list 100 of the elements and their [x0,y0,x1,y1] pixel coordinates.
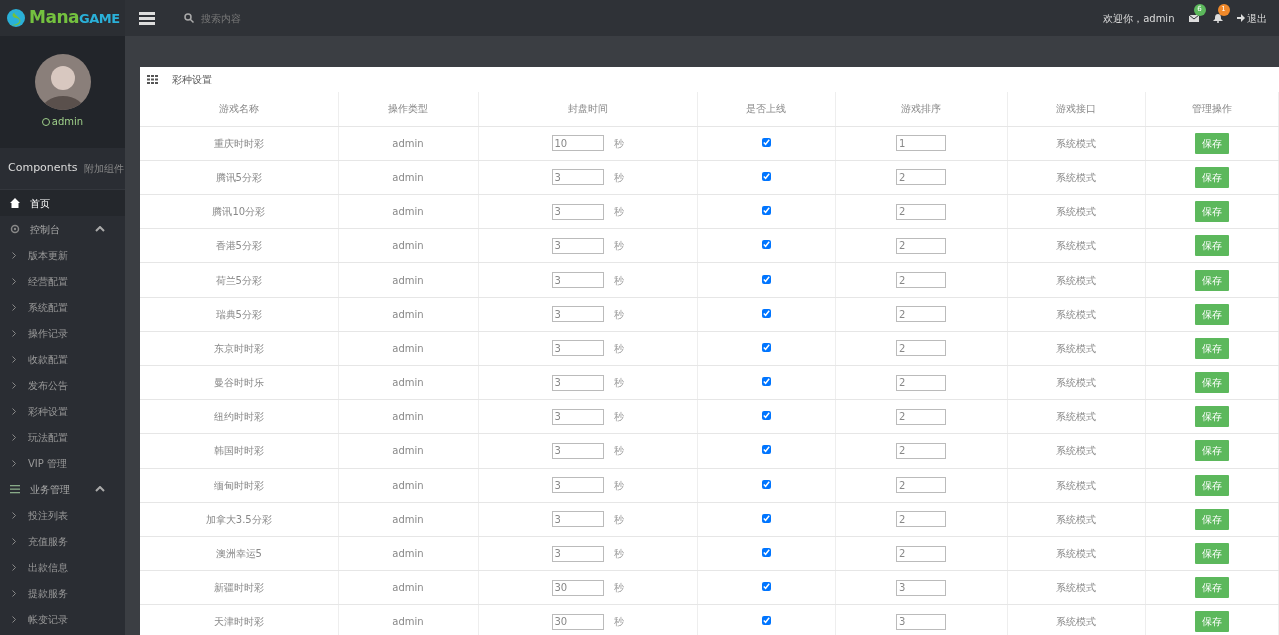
sidebar-subitem[interactable]: 彩种设置 [0,398,125,424]
save-button[interactable]: 保存 [1194,201,1229,223]
sidebar-item[interactable]: 业务管理 [0,476,125,502]
input-field[interactable]: 2 [896,237,946,254]
sidebar-subitem[interactable]: 版本更新 [0,242,125,268]
checkbox[interactable] [761,274,771,284]
sidebar-subitem[interactable]: 提款服务 [0,580,125,606]
input-field[interactable]: 2 [896,408,946,425]
sidebar-subitem[interactable]: 操作记录 [0,320,125,346]
input-field[interactable]: 3 [551,272,604,289]
column-header: 游戏接口 [1007,92,1145,127]
table-cell: admin [338,194,478,229]
bell-icon[interactable] [1212,14,1223,23]
checkbox[interactable] [761,342,771,352]
save-button[interactable]: 保存 [1194,337,1229,359]
table-cell: admin [338,433,478,469]
input-field[interactable]: 2 [896,545,946,562]
search-field[interactable]: 搜索内容 [199,9,359,27]
sidebar-subitem[interactable]: 充值服务 [0,528,125,554]
sidebar-subitem[interactable]: 投注列表 [0,502,125,528]
sidebar-subitem[interactable]: 发布公告 [0,372,125,398]
checkbox[interactable] [761,206,771,216]
table-cell: 东京时时彩 [140,331,338,366]
save-button[interactable]: 保存 [1194,372,1229,394]
table-cell: admin [338,126,478,161]
input-field[interactable]: 2 [896,272,946,289]
save-button[interactable]: 保存 [1194,543,1229,565]
save-button[interactable]: 保存 [1194,166,1229,188]
save-button[interactable]: 保存 [1194,406,1229,428]
checkbox[interactable] [761,240,771,250]
sidebar-subitem[interactable]: 系统配置 [0,294,125,320]
input-field[interactable]: 3 [551,237,604,254]
input-field[interactable]: 3 [551,169,604,186]
input-field[interactable]: 2 [896,511,946,528]
chevron-up-icon[interactable] [95,486,105,492]
input-field[interactable]: 1 [896,135,946,152]
unit-label: 秒 [613,411,624,423]
input-field[interactable]: 2 [896,477,946,494]
sidebar-item[interactable]: 控制台 [0,216,125,242]
sidebar-subitem[interactable]: 出款信息 [0,554,125,580]
sidebar-subitem[interactable]: VIP 管理 [0,450,125,476]
chevron-up-icon[interactable] [95,226,105,232]
table-cell: 系统模式 [1007,365,1145,400]
input-field[interactable]: 3 [551,408,604,425]
input-field[interactable]: 2 [896,203,946,220]
input-field[interactable]: 3 [551,306,604,323]
checkbox[interactable] [761,548,771,558]
table-cell: 系统模式 [1007,160,1145,195]
input-field[interactable]: 3 [551,374,604,391]
input-field[interactable]: 3 [551,340,604,357]
table-cell: admin [338,365,478,400]
input-field[interactable]: 30 [551,613,604,630]
input-field[interactable]: 3 [896,579,946,596]
input-field[interactable]: 3 [896,613,946,630]
table-cell: 系统模式 [1007,126,1145,161]
input-field[interactable]: 3 [551,511,604,528]
save-button[interactable]: 保存 [1194,611,1229,633]
input-field[interactable]: 2 [896,169,946,186]
sidebar-subitem[interactable]: 玩法配置 [0,424,125,450]
chevron-right-icon [12,355,16,363]
input-field[interactable]: 2 [896,340,946,357]
input-field[interactable]: 3 [551,477,604,494]
menu-icon[interactable] [139,11,155,25]
save-button[interactable]: 保存 [1194,474,1229,496]
input-field[interactable]: 2 [896,442,946,459]
table-cell: 重庆时时彩 [140,126,338,161]
checkbox[interactable] [761,308,771,318]
checkbox[interactable] [761,411,771,421]
checkbox[interactable] [761,479,771,489]
column-header: 管理操作 [1145,92,1279,127]
sidebar-subitem[interactable]: 帐变记录 [0,606,125,632]
save-button[interactable]: 保存 [1194,235,1229,257]
input-field[interactable]: 3 [551,203,604,220]
table-cell: 系统模式 [1007,570,1145,605]
input-field[interactable]: 2 [896,306,946,323]
checkbox[interactable] [761,171,771,181]
table-cell: admin [338,536,478,571]
input-field[interactable]: 10 [551,135,604,152]
input-field[interactable]: 3 [551,442,604,459]
checkbox[interactable] [761,513,771,523]
input-field[interactable]: 30 [551,579,604,596]
sidebar-subitem[interactable]: 经营配置 [0,268,125,294]
logout-link[interactable]: 退出 [1236,10,1267,26]
checkbox[interactable] [761,616,771,626]
checkbox[interactable] [761,582,771,592]
sidebar-subitem[interactable]: 收款配置 [0,346,125,372]
save-button[interactable]: 保存 [1194,577,1229,599]
checkbox[interactable] [761,137,771,147]
save-button[interactable]: 保存 [1194,269,1229,291]
chevron-right-icon [12,511,16,519]
checkbox[interactable] [761,445,771,455]
save-button[interactable]: 保存 [1194,132,1229,154]
save-button[interactable]: 保存 [1194,508,1229,530]
sidebar-item[interactable]: 首页 [0,190,125,216]
input-field[interactable]: 3 [551,545,604,562]
input-field[interactable]: 2 [896,374,946,391]
checkbox[interactable] [761,377,771,387]
mail-icon[interactable] [1188,14,1199,23]
save-button[interactable]: 保存 [1194,440,1229,462]
save-button[interactable]: 保存 [1194,303,1229,325]
